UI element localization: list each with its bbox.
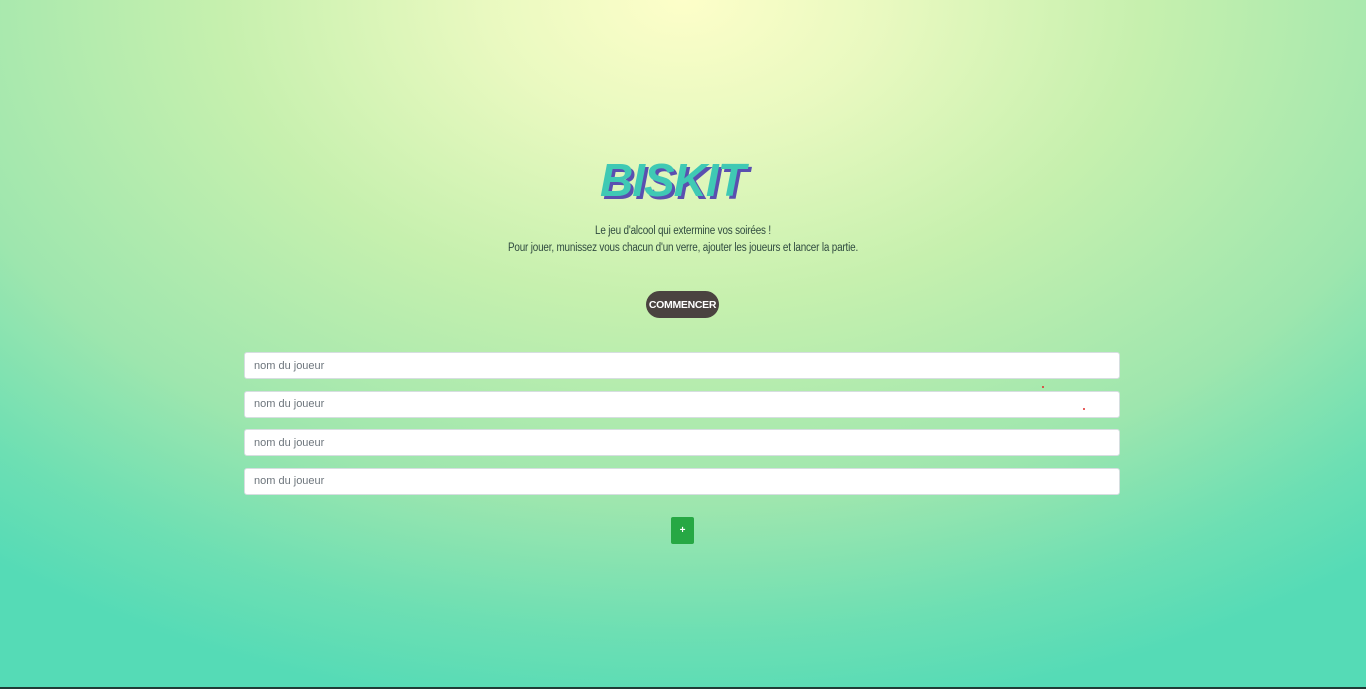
instructions: Pour jouer, munissez vous chacun d'un ve…: [507, 242, 859, 254]
add-player-button[interactable]: +: [671, 517, 694, 544]
red-dot-marker: [1042, 386, 1044, 388]
player-name-input-3[interactable]: [244, 429, 1120, 456]
red-dot-marker: [1083, 408, 1085, 410]
logo-text: BISKIT: [600, 154, 750, 206]
intro-text: Le jeu d'alcool qui extermine vos soirée…: [96, 223, 1271, 257]
start-game-button[interactable]: COMMENCER: [646, 291, 719, 318]
player-name-input-1[interactable]: [244, 352, 1120, 379]
player-name-input-4[interactable]: [244, 467, 1120, 495]
biskit-logo: BISKIT BISKIT: [595, 152, 785, 210]
player-name-input-2[interactable]: [244, 390, 1120, 418]
tagline: Le jeu d'alcool qui extermine vos soirée…: [595, 225, 771, 237]
player-list: [244, 352, 1120, 506]
